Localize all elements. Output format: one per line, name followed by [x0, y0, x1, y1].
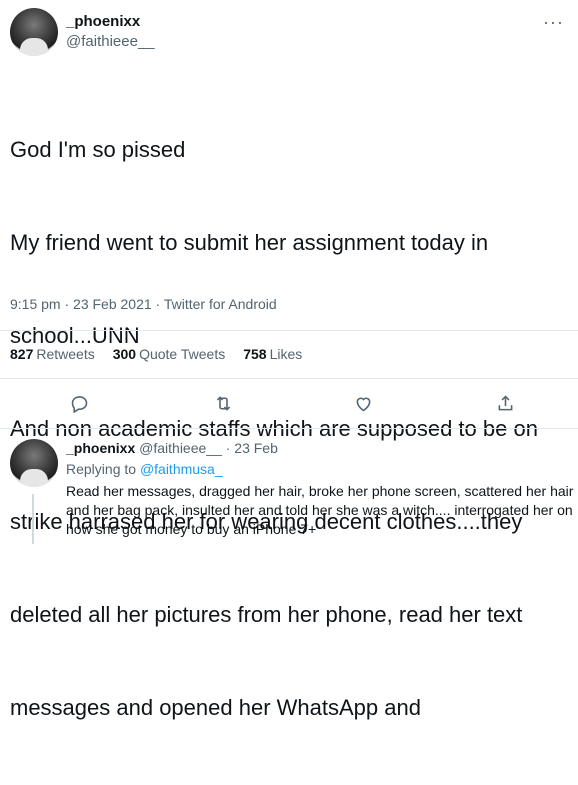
share-icon[interactable]	[490, 388, 520, 418]
ellipsis-icon[interactable]: ···	[543, 12, 564, 33]
thread-line	[32, 494, 34, 544]
user-handle[interactable]: @faithieee__	[66, 33, 155, 50]
replying-to: Replying to @faithmusa_	[66, 461, 223, 477]
retweets-stat[interactable]: 827 Retweets	[10, 346, 95, 362]
reply-icon[interactable]	[64, 388, 94, 418]
reply-text: Read her messages, dragged her hair, bro…	[66, 483, 574, 537]
action-bar	[0, 388, 578, 418]
tweet-text-line: messages and opened her WhatsApp and	[10, 695, 421, 720]
divider	[0, 330, 578, 331]
likes-stat[interactable]: 758 Likes	[243, 346, 302, 362]
display-name[interactable]: _phoenixx	[66, 13, 140, 30]
tweet-text-line: deleted all her pictures from her phone,…	[10, 602, 523, 627]
tweet-timestamp[interactable]: 9:15 pm · 23 Feb 2021 · Twitter for Andr…	[10, 296, 277, 312]
retweet-icon[interactable]	[208, 388, 238, 418]
avatar[interactable]	[10, 8, 58, 56]
handle-time[interactable]: @faithieee__ · 23 Feb	[139, 440, 278, 456]
display-name[interactable]: _phoenixx	[66, 440, 135, 456]
reply-header: _phoenixx @faithieee__ · 23 Feb	[66, 440, 278, 456]
replying-to-link[interactable]: @faithmusa_	[140, 461, 223, 477]
avatar[interactable]	[10, 439, 58, 487]
divider	[0, 378, 578, 379]
like-icon[interactable]	[348, 388, 378, 418]
quote-tweets-stat[interactable]: 300 Quote Tweets	[113, 346, 226, 362]
engagement-stats: 827 Retweets 300 Quote Tweets 758 Likes	[10, 346, 302, 362]
tweet-text-line: My friend went to submit her assignment …	[10, 230, 489, 255]
tweet-text-line: God I'm so pissed	[10, 137, 186, 162]
divider	[0, 428, 578, 429]
